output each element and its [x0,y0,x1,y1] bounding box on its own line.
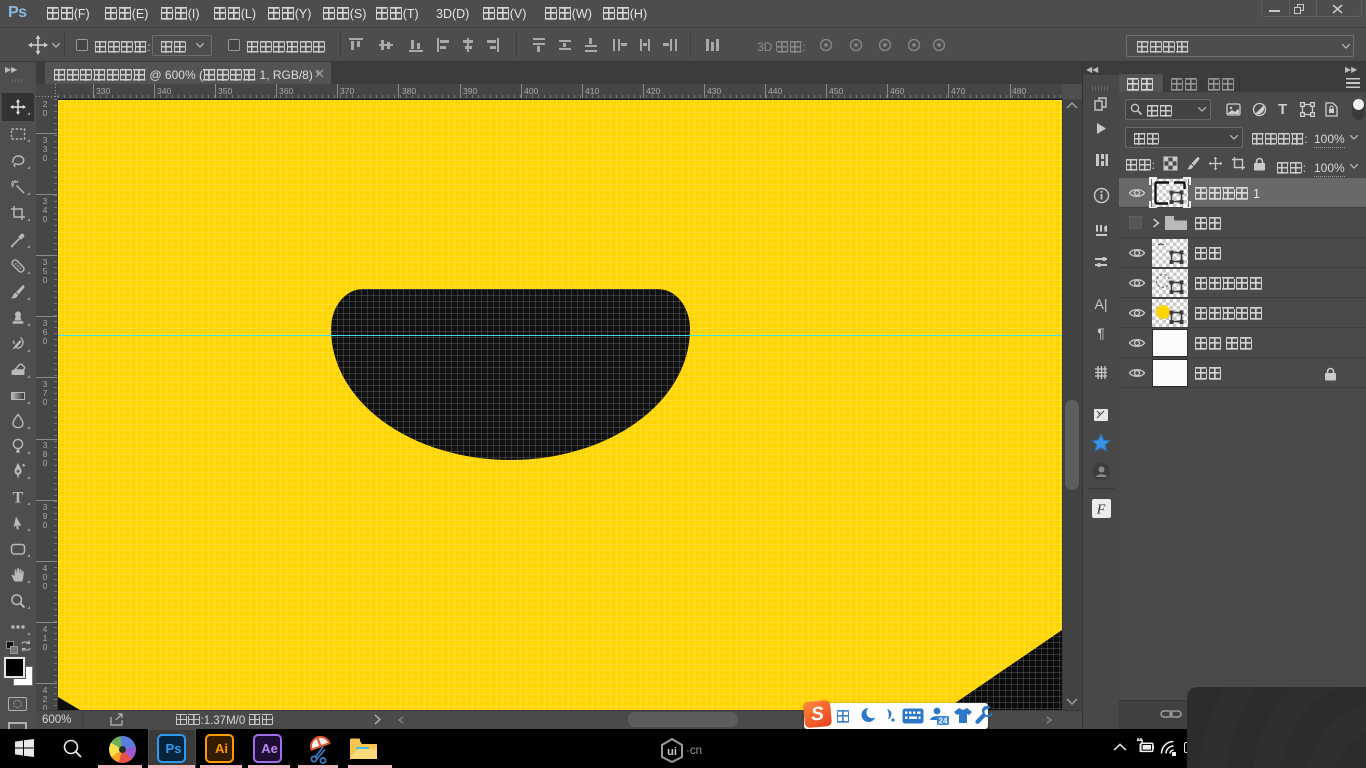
svg-text:24: 24 [939,717,948,726]
svg-text:ui: ui [667,746,677,758]
svg-text:T: T [13,490,24,506]
svg-text:A|: A| [1095,296,1108,312]
svg-text:F: F [1096,503,1106,518]
svg-text:¶: ¶ [1097,325,1105,341]
